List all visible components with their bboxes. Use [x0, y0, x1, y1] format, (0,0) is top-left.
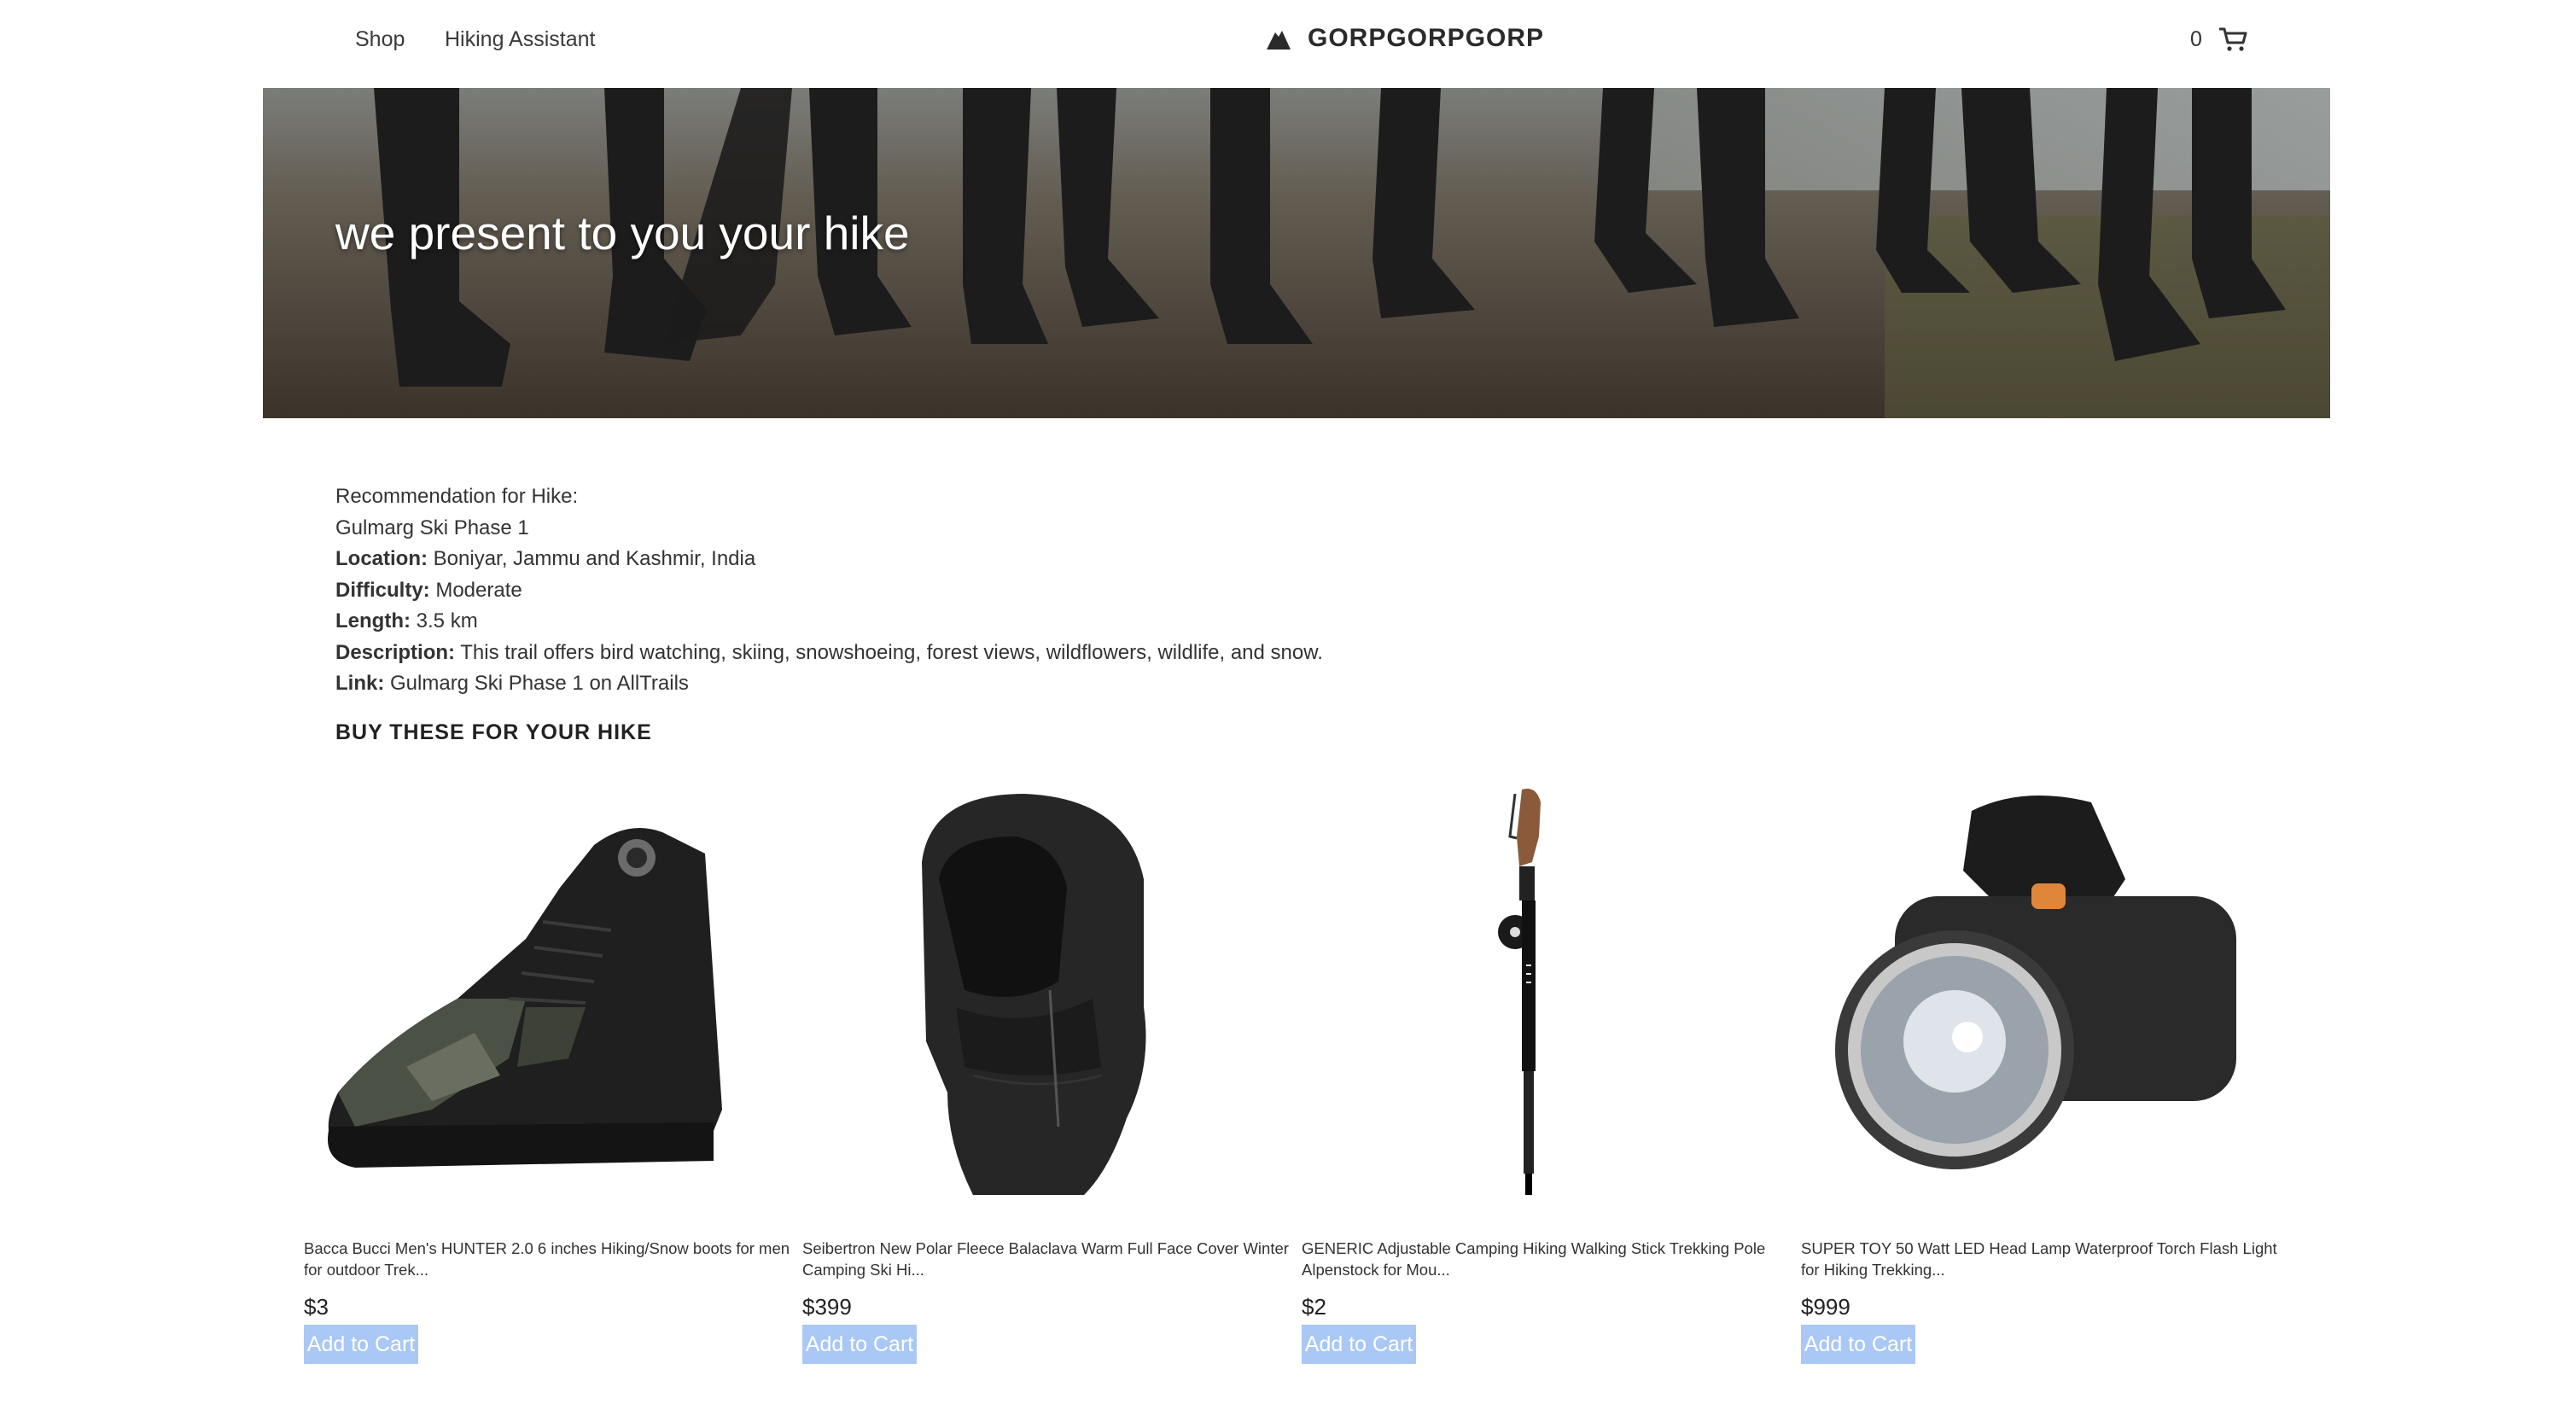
difficulty-row: Difficulty: Moderate: [335, 575, 1323, 607]
product-price: $2: [1302, 1294, 1326, 1320]
product-title[interactable]: GENERIC Adjustable Camping Hiking Walkin…: [1302, 1238, 1792, 1280]
location-row: Location: Boniyar, Jammu and Kashmir, In…: [335, 544, 1323, 575]
buy-heading: BUY THESE FOR YOUR HIKE: [335, 720, 652, 744]
add-to-cart-button[interactable]: Add to Cart: [1302, 1325, 1416, 1364]
link-label: Link:: [335, 672, 385, 695]
head-lamp-image: [1835, 796, 2236, 1169]
product-image-hiking-boot[interactable]: [304, 785, 782, 1203]
nav-link-shop[interactable]: Shop: [355, 27, 405, 52]
location-label: Location:: [335, 547, 428, 570]
cart-icon: [2218, 27, 2247, 51]
product-card: SUPER TOY 50 Watt LED Head Lamp Waterpro…: [1801, 785, 2296, 1364]
product-image-balaclava[interactable]: [802, 785, 1280, 1203]
length-value: 3.5 km: [416, 609, 478, 632]
hero-banner: we present to you your hike: [263, 88, 2330, 418]
balaclava-image: [922, 794, 1146, 1195]
hiking-boot-image: [328, 828, 722, 1168]
product-title[interactable]: Bacca Bucci Men's HUNTER 2.0 6 inches Hi…: [304, 1238, 795, 1280]
nav-link-hiking-assistant[interactable]: Hiking Assistant: [445, 27, 595, 52]
trekking-pole-image: [1498, 789, 1541, 1195]
product-card: Seibertron New Polar Fleece Balaclava Wa…: [802, 785, 1297, 1364]
hero-title: we present to you your hike: [335, 207, 910, 259]
location-value: Boniyar, Jammu and Kashmir, India: [433, 547, 756, 570]
product-title[interactable]: SUPER TOY 50 Watt LED Head Lamp Waterpro…: [1801, 1238, 2292, 1280]
alltrails-link[interactable]: Gulmarg Ski Phase 1 on AllTrails: [390, 672, 689, 695]
product-image-head-lamp[interactable]: [1801, 785, 2279, 1203]
product-card: Bacca Bucci Men's HUNTER 2.0 6 inches Hi…: [304, 785, 799, 1364]
mountain-icon: [1267, 31, 1291, 50]
cart-count: 0: [2190, 26, 2202, 51]
cart-button[interactable]: 0: [2190, 26, 2248, 53]
add-to-cart-button[interactable]: Add to Cart: [1801, 1325, 1915, 1364]
product-image-trekking-pole[interactable]: [1302, 785, 1780, 1203]
recommendation-heading: Recommendation for Hike:: [335, 485, 579, 508]
description-row: Description: This trail offers bird watc…: [335, 638, 1323, 669]
length-row: Length: 3.5 km: [335, 606, 1323, 638]
add-to-cart-button[interactable]: Add to Cart: [802, 1325, 917, 1364]
length-label: Length:: [335, 609, 411, 632]
product-price: $399: [802, 1294, 852, 1320]
product-price: $3: [304, 1294, 329, 1320]
difficulty-label: Difficulty:: [335, 578, 430, 602]
difficulty-value: Moderate: [435, 578, 522, 602]
description-label: Description:: [335, 640, 456, 664]
product-price: $999: [1801, 1294, 1850, 1320]
link-row: Link: Gulmarg Ski Phase 1 on AllTrails: [335, 668, 1323, 700]
trail-name: Gulmarg Ski Phase 1: [335, 516, 529, 539]
description-value: This trail offers bird watching, skiing,…: [460, 640, 1323, 664]
add-to-cart-button[interactable]: Add to Cart: [304, 1325, 418, 1364]
brand-logo[interactable]: GORPGORPGORP: [1263, 24, 1544, 53]
top-nav: Shop Hiking Assistant GORPGORPGORP 0: [0, 0, 2576, 85]
hike-recommendation: Recommendation for Hike: Gulmarg Ski Pha…: [335, 481, 1323, 700]
brand-name: GORPGORPGORP: [1308, 24, 1545, 52]
product-title[interactable]: Seibertron New Polar Fleece Balaclava Wa…: [802, 1238, 1293, 1280]
product-card: GENERIC Adjustable Camping Hiking Walkin…: [1302, 785, 1797, 1364]
